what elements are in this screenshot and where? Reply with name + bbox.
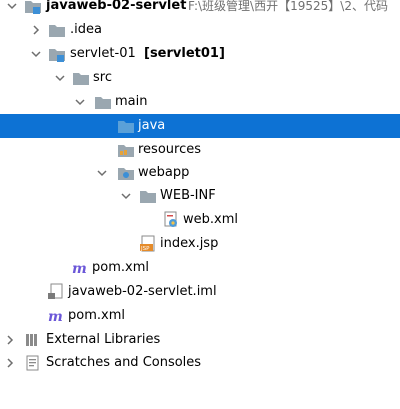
tree-row-external-libraries[interactable]: External Libraries (0, 328, 400, 352)
main-folder-label: main (115, 94, 148, 109)
project-tree: javaweb-02-servlet F:\班级管理\西开【19525】\2、代… (0, 0, 400, 409)
tree-row-scratches[interactable]: Scratches and Consoles (0, 351, 400, 375)
libraries-icon (24, 331, 42, 349)
svg-text:JSP: JSP (140, 246, 150, 252)
root-pom-label: pom.xml (68, 308, 125, 323)
web-folder-icon (117, 164, 135, 182)
chevron-down-icon[interactable] (120, 184, 132, 208)
src-folder-label: src (93, 70, 112, 85)
tree-row-src[interactable]: src (0, 66, 400, 90)
resources-folder-icon (117, 141, 135, 159)
chevron-down-icon[interactable] (74, 90, 86, 114)
jsp-file-icon: JSP (139, 235, 157, 253)
iml-file-label: javaweb-02-servlet.iml (68, 284, 217, 299)
project-folder-icon (24, 0, 42, 15)
xml-file-icon (162, 211, 180, 229)
iml-file-icon (47, 283, 65, 301)
svg-text:m: m (72, 261, 87, 277)
idea-folder-label: .idea (70, 22, 102, 37)
chevron-right-icon[interactable] (4, 328, 16, 352)
webapp-folder-label: webapp (138, 165, 190, 180)
tree-row-webxml[interactable]: web.xml (0, 208, 400, 232)
java-folder-label: java (138, 118, 166, 133)
tree-row-indexjsp[interactable]: JSP index.jsp (0, 232, 400, 256)
source-folder-icon (117, 117, 135, 135)
scratches-icon (24, 354, 42, 372)
tree-row-java[interactable]: java (0, 114, 400, 138)
chevron-down-icon[interactable] (30, 42, 42, 66)
folder-icon (139, 187, 157, 205)
folder-icon (48, 21, 66, 39)
tree-row-module[interactable]: servlet-01 [servlet01] (0, 42, 400, 66)
tree-row-root-pom[interactable]: m pom.xml (0, 304, 400, 328)
tree-row-webinf[interactable]: WEB-INF (0, 184, 400, 208)
external-libraries-label: External Libraries (46, 332, 161, 347)
folder-icon (72, 69, 90, 87)
maven-icon: m (47, 307, 65, 325)
webinf-folder-label: WEB-INF (160, 188, 216, 203)
module-folder-icon (48, 45, 66, 63)
folder-icon (94, 93, 112, 111)
chevron-down-icon[interactable] (96, 161, 108, 185)
indexjsp-label: index.jsp (160, 236, 219, 251)
tree-row-webapp[interactable]: webapp (0, 161, 400, 185)
chevron-right-icon[interactable] (4, 351, 16, 375)
maven-icon: m (71, 259, 89, 277)
tree-row-resources[interactable]: resources (0, 138, 400, 162)
chevron-right-icon[interactable] (30, 18, 42, 42)
root-project-path: F:\班级管理\西开【19525】\2、代码 (188, 0, 388, 13)
module-label: servlet-01 (70, 46, 136, 61)
resources-folder-label: resources (138, 142, 202, 157)
root-project-label: javaweb-02-servlet (46, 0, 187, 13)
tree-row-module-pom[interactable]: m pom.xml (0, 256, 400, 280)
module-tag: [servlet01] (144, 46, 225, 61)
chevron-down-icon[interactable] (6, 0, 18, 18)
tree-row-root[interactable]: javaweb-02-servlet F:\班级管理\西开【19525】\2、代… (0, 0, 400, 18)
tree-row-main[interactable]: main (0, 90, 400, 114)
webxml-label: web.xml (183, 212, 238, 227)
chevron-down-icon[interactable] (54, 66, 66, 90)
svg-text:m: m (48, 309, 63, 325)
tree-row-iml[interactable]: javaweb-02-servlet.iml (0, 280, 400, 304)
module-pom-label: pom.xml (92, 260, 149, 275)
tree-row-idea[interactable]: .idea (0, 18, 400, 42)
scratches-label: Scratches and Consoles (46, 355, 202, 370)
